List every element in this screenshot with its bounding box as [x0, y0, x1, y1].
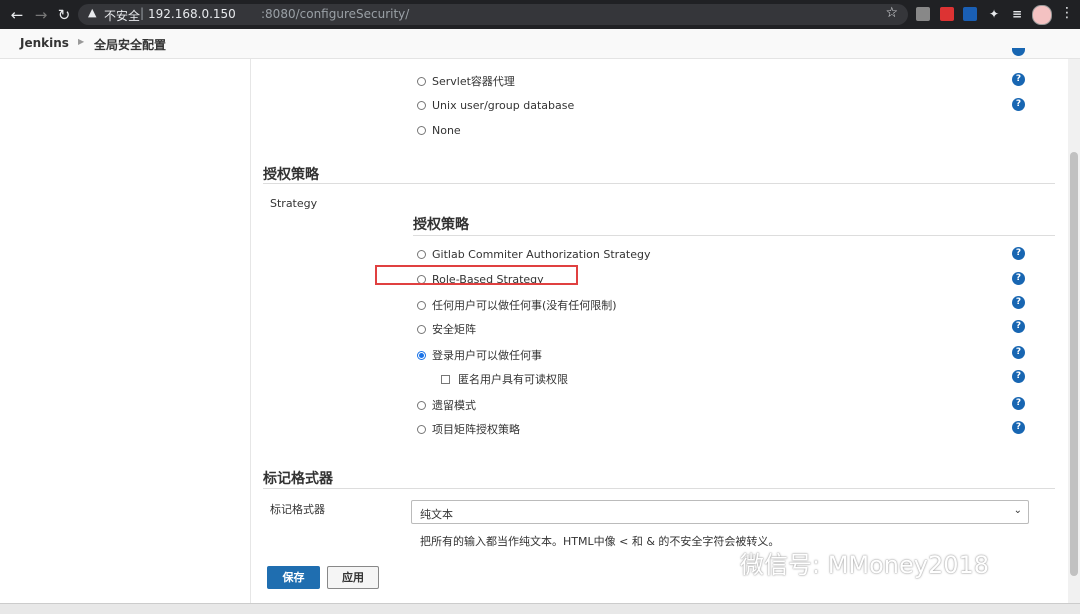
- option-label: 项目矩阵授权策略: [432, 423, 520, 436]
- auth-option-legacy[interactable]: 遗留模式: [417, 397, 476, 413]
- divider: [263, 183, 1055, 184]
- extension-icon[interactable]: [963, 7, 977, 21]
- help-icon[interactable]: ?: [1012, 247, 1025, 260]
- breadcrumb-jenkins[interactable]: Jenkins: [20, 36, 69, 50]
- extension-icon[interactable]: [940, 7, 954, 21]
- radio-icon[interactable]: [417, 126, 426, 135]
- scrollbar[interactable]: [1068, 59, 1080, 603]
- highlight-annotation: [375, 265, 578, 285]
- reload-icon[interactable]: ↻: [55, 6, 73, 24]
- auth-option-unrestricted[interactable]: 任何用户可以做任何事(没有任何限制): [417, 297, 617, 313]
- radio-icon[interactable]: [417, 325, 426, 334]
- scroll-thumb[interactable]: [1070, 152, 1078, 576]
- realm-option-unix[interactable]: Unix user/group database: [417, 99, 574, 112]
- field-label-strategy: Strategy: [270, 197, 318, 210]
- auth-option-matrix[interactable]: 安全矩阵: [417, 321, 476, 337]
- auth-option-logged-in[interactable]: 登录用户可以做任何事: [417, 347, 542, 363]
- divider: [413, 235, 1055, 236]
- browser-toolbar: ← → ↻ ▲ 不安全 | 192.168.0.150 :8080/config…: [0, 0, 1080, 29]
- url-path: :8080/configureSecurity/: [261, 7, 410, 21]
- option-label: 安全矩阵: [432, 323, 476, 336]
- breadcrumb-current[interactable]: 全局安全配置: [94, 36, 166, 53]
- chevron-down-icon: ⌄: [1013, 505, 1022, 516]
- avatar[interactable]: [1032, 5, 1052, 25]
- section-title-markup: 标记格式器: [263, 471, 333, 487]
- watermark: 微信号: MMoney2018: [740, 551, 990, 579]
- help-icon[interactable]: ?: [1012, 296, 1025, 309]
- option-label: 匿名用户具有可读权限: [458, 373, 568, 386]
- radio-icon[interactable]: [417, 401, 426, 410]
- radio-icon[interactable]: [417, 250, 426, 259]
- arrow-left-icon[interactable]: ←: [8, 6, 26, 24]
- help-icon[interactable]: ?: [1012, 320, 1025, 333]
- checkbox-icon[interactable]: [441, 375, 450, 384]
- chevron-right-icon: ▶: [78, 37, 85, 46]
- radio-icon[interactable]: [417, 425, 426, 434]
- anonymous-read-checkbox[interactable]: 匿名用户具有可读权限: [441, 371, 568, 387]
- option-label: None: [432, 124, 461, 137]
- radio-icon[interactable]: [417, 77, 426, 86]
- address-bar[interactable]: ▲ 不安全 | 192.168.0.150 :8080/configureSec…: [78, 4, 908, 25]
- realm-option-none[interactable]: None: [417, 124, 461, 137]
- breadcrumb: Jenkins ▶ 全局安全配置: [0, 29, 1080, 59]
- arrow-right-icon[interactable]: →: [32, 6, 50, 24]
- help-icon[interactable]: ?: [1012, 346, 1025, 359]
- star-icon[interactable]: ☆: [885, 5, 898, 21]
- radio-icon[interactable]: [417, 101, 426, 110]
- help-icon[interactable]: ?: [1012, 370, 1025, 383]
- insecure-label: 不安全: [104, 9, 141, 23]
- section-title-authorization: 授权策略: [263, 167, 319, 183]
- warning-icon: ▲: [88, 6, 97, 19]
- help-icon[interactable]: ?: [1012, 98, 1025, 111]
- help-icon[interactable]: ?: [1012, 421, 1025, 434]
- save-button[interactable]: 保存: [267, 566, 320, 589]
- divider: [263, 488, 1055, 489]
- markup-formatter-select[interactable]: 纯文本 ⌄: [411, 500, 1029, 524]
- auth-option-gitlab[interactable]: Gitlab Commiter Authorization Strategy: [417, 248, 650, 261]
- field-label-markup: 标记格式器: [270, 503, 325, 516]
- radio-icon[interactable]: [417, 301, 426, 310]
- apply-button[interactable]: 应用: [327, 566, 379, 589]
- radio-selected-icon[interactable]: [417, 351, 426, 360]
- subsection-title-authorization: 授权策略: [413, 217, 469, 233]
- puzzle-icon[interactable]: ✦: [987, 7, 1001, 21]
- select-value: 纯文本: [420, 508, 453, 521]
- option-label: 遗留模式: [432, 399, 476, 412]
- url-host: 192.168.0.150: [148, 7, 236, 21]
- reading-list-icon[interactable]: ≡: [1010, 7, 1024, 21]
- option-label: Gitlab Commiter Authorization Strategy: [432, 248, 651, 261]
- option-label: Servlet容器代理: [432, 75, 515, 88]
- option-label: 登录用户可以做任何事: [432, 349, 542, 362]
- help-icon[interactable]: ?: [1012, 73, 1025, 86]
- help-icon[interactable]: ?: [1012, 397, 1025, 410]
- realm-option-servlet[interactable]: Servlet容器代理: [417, 73, 515, 89]
- help-icon[interactable]: ?: [1012, 272, 1025, 285]
- option-label: 任何用户可以做任何事(没有任何限制): [432, 299, 617, 312]
- markup-description: 把所有的输入都当作纯文本。HTML中像 < 和 & 的不安全字符会被转义。: [420, 535, 780, 548]
- separator: |: [140, 6, 145, 20]
- option-label: Unix user/group database: [432, 99, 575, 112]
- kebab-menu-icon[interactable]: ⋮: [1060, 5, 1074, 21]
- auth-option-project-matrix[interactable]: 项目矩阵授权策略: [417, 421, 520, 437]
- horizontal-scrollbar[interactable]: [0, 603, 1080, 614]
- extension-icon[interactable]: [916, 7, 930, 21]
